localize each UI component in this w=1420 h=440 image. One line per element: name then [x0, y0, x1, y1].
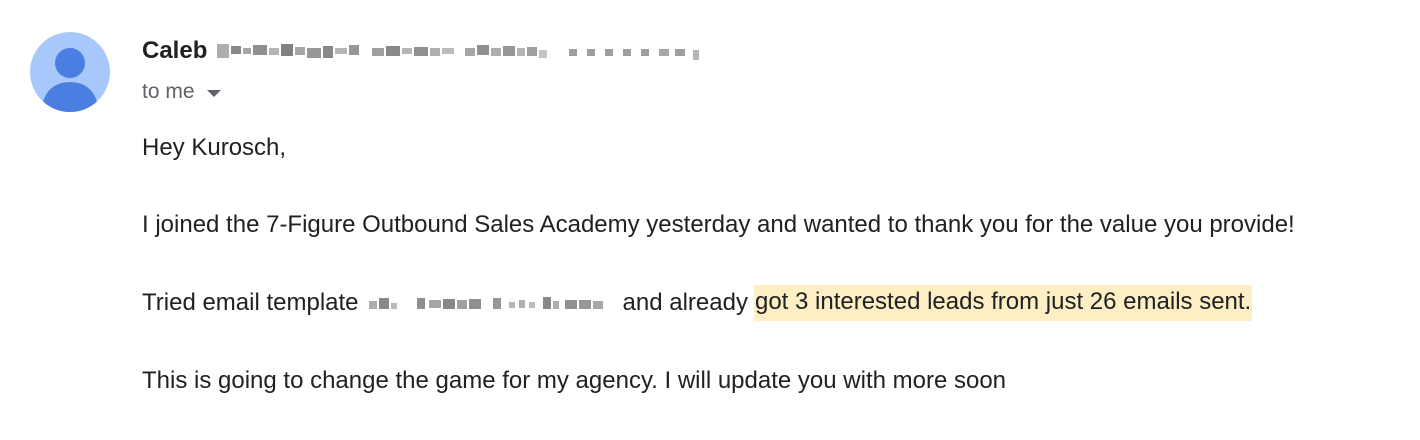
template-name-redacted [368, 297, 603, 309]
default-person-icon [42, 48, 98, 112]
highlighted-result-text: got 3 interested leads from just 26 emai… [753, 285, 1253, 321]
sender-avatar[interactable] [30, 32, 110, 112]
caret-down-icon [206, 89, 221, 97]
email-greeting: Hey Kurosch, [142, 134, 287, 161]
sender-line: Caleb [142, 36, 717, 66]
email-paragraph-joined: I joined the 7-Figure Outbound Sales Aca… [142, 211, 1295, 238]
recipient-label: to me [142, 80, 195, 103]
sender-name[interactable]: Caleb [142, 37, 207, 65]
email-paragraph-template: Tried email template and already got 3 i… [142, 285, 1253, 321]
email-paragraph-change: This is going to change the game for my … [142, 367, 1007, 394]
recipient-dropdown[interactable]: to me [142, 78, 221, 106]
sender-email-redacted [217, 44, 700, 60]
template-text-middle: and already [622, 289, 748, 316]
template-text-before: Tried email template [142, 289, 359, 316]
